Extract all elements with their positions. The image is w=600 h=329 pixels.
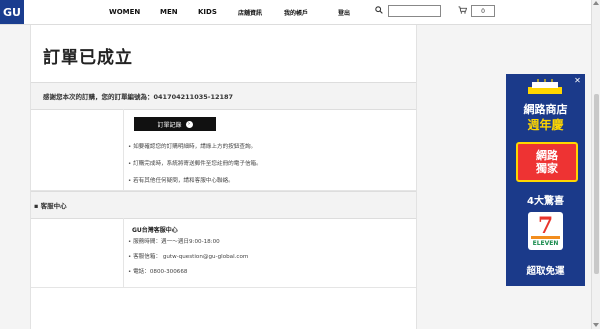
search-icon[interactable]	[375, 6, 383, 14]
left-column	[31, 109, 124, 190]
ad-free-shipping: 超取免運	[526, 266, 565, 277]
ad-surprises: 4大驚喜	[527, 196, 564, 207]
order-actions-row: 訂單記錄 › 如要確認您的訂購明細時，請綠上方的按鈕查詢。 訂購完成時，系統將寄…	[31, 109, 416, 191]
seven-eleven-logo: 7 ELEVEN	[528, 212, 563, 250]
note-item: 如要確認您的訂購明細時，請綠上方的按鈕查詢。	[128, 142, 256, 150]
nav-logout[interactable]: 登出	[338, 0, 350, 24]
anniversary-ad-banner[interactable]: ✕ 網路商店 週年慶 網路 獨家 4大驚喜 7 ELEVEN 超取免運	[506, 74, 585, 286]
ad-badge-line1: 網路	[536, 149, 558, 162]
service-hours: 服務時間：週一～週日9:00-18:00	[128, 237, 220, 245]
page-title: 訂單已成立	[43, 48, 133, 68]
service-section-label: ▪ 客服中心	[34, 202, 67, 210]
nav-kids[interactable]: KIDS	[198, 0, 217, 24]
order-history-button[interactable]: 訂單記錄 ›	[134, 117, 216, 131]
ad-badge-line2: 獨家	[536, 162, 558, 175]
ad-exclusive-badge: 網路 獨家	[516, 142, 578, 182]
ad-subheadline: 週年慶	[527, 118, 564, 132]
seven-eleven-text: ELEVEN	[532, 240, 559, 247]
service-email[interactable]: 客服信箱： gutw-question@gu-global.com	[128, 252, 248, 260]
nav-store-info[interactable]: 店舖資訊	[238, 0, 262, 24]
nav-men[interactable]: MEN	[160, 0, 178, 24]
ad-headline: 網路商店	[523, 103, 568, 116]
site-header: GU WOMEN MEN KIDS 店舖資訊 我的帳戶 登出 0	[0, 0, 600, 25]
order-thanks-text: 感謝您本次的訂購，您的訂單編號為：041704211035-12187	[43, 93, 234, 101]
gu-logo[interactable]: GU	[0, 0, 24, 24]
cart-count[interactable]: 0	[471, 5, 495, 17]
order-history-label: 訂單記錄	[157, 121, 182, 129]
cart-icon[interactable]	[458, 6, 467, 14]
order-number-row: 感謝您本次的訂購，您的訂單編號為：041704211035-12187	[31, 82, 416, 110]
close-icon[interactable]: ✕	[573, 76, 582, 85]
cake-icon	[528, 79, 562, 94]
scroll-down-icon[interactable]	[593, 323, 599, 327]
nav-my-account[interactable]: 我的帳戶	[284, 0, 308, 24]
note-item: 若有其他任何疑問，請和客服中心聯絡。	[128, 176, 234, 184]
left-column	[31, 218, 124, 287]
note-item: 訂購完成時，系統將寄送郵件至您註冊的電子信箱。	[128, 159, 262, 167]
service-section-header: ▪ 客服中心	[31, 191, 416, 219]
service-title: GU台灣客服中心	[132, 227, 178, 234]
nav-women[interactable]: WOMEN	[109, 0, 140, 24]
scroll-thumb[interactable]	[594, 94, 599, 274]
service-phone: 電話：0800-300668	[128, 267, 187, 275]
service-info-row: GU台灣客服中心 服務時間：週一～週日9:00-18:00 客服信箱： gutw…	[31, 218, 416, 288]
order-confirmation-panel: 訂單已成立 感謝您本次的訂購，您的訂單編號為：041704211035-1218…	[30, 25, 417, 329]
scroll-up-icon[interactable]	[593, 1, 599, 5]
arrow-right-icon: ›	[185, 120, 193, 128]
search-input[interactable]	[388, 5, 441, 17]
page-scrollbar[interactable]	[591, 0, 600, 329]
logo-stripe	[531, 236, 560, 239]
